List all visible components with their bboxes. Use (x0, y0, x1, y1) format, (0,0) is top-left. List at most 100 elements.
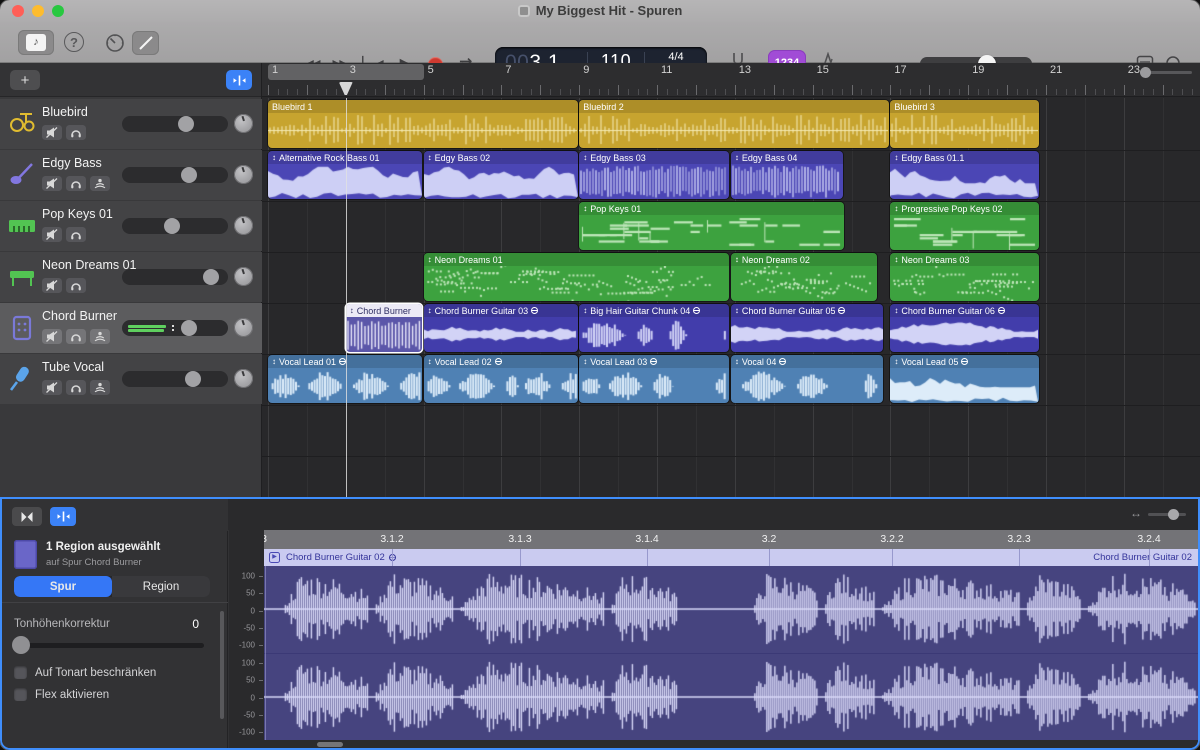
transpose-icon: ↕ (428, 153, 432, 162)
track-volume-slider[interactable] (122, 167, 228, 183)
track-volume-knob[interactable] (185, 371, 201, 387)
main-ruler[interactable]: 1357911131517192123 (262, 63, 1200, 97)
solo-button[interactable] (66, 278, 86, 293)
region-play-icon[interactable]: ▶ (269, 552, 280, 563)
track-volume-slider[interactable] (122, 269, 228, 285)
region-edgy-bass-04[interactable]: ↕Edgy Bass 04 (731, 151, 843, 199)
library-button[interactable]: ♪ (18, 30, 54, 55)
editor-ruler[interactable]: 33.1.23.1.33.1.43.23.2.23.2.33.2.4 (264, 530, 1198, 549)
input-button[interactable] (90, 329, 110, 344)
region-big-hair-guitar-chunk-04[interactable]: ↕Big Hair Guitar Chunk 04 (579, 304, 729, 352)
track-buttons (42, 380, 110, 395)
region-chord-burner-guitar-03[interactable]: ↕Chord Burner Guitar 03 (424, 304, 578, 352)
flex-button[interactable] (12, 507, 42, 526)
track-volume-slider[interactable] (122, 218, 228, 234)
tab-region[interactable]: Region (112, 576, 210, 597)
pan-knob[interactable] (234, 216, 253, 235)
catch-playhead-button[interactable] (226, 70, 252, 90)
region-edgy-bass-02[interactable]: ↕Edgy Bass 02 (424, 151, 578, 199)
timeline[interactable]: 1357911131517192123 Bluebird 1Bluebird 2… (262, 63, 1200, 497)
solo-button[interactable] (66, 227, 86, 242)
waveform-lane-right (264, 655, 1198, 739)
ruler-tick (307, 85, 308, 95)
region-progressive-pop-keys-02[interactable]: ↕Progressive Pop Keys 02 (890, 202, 1038, 250)
region-waveform (890, 164, 1038, 199)
region-edgy-bass-03[interactable]: ↕Edgy Bass 03 (579, 151, 729, 199)
track-volume-slider[interactable] (122, 116, 228, 132)
pan-knob[interactable] (234, 114, 253, 133)
input-monitoring-icon (94, 382, 106, 393)
zoom-slider-knob[interactable] (1140, 67, 1151, 78)
horizontal-zoom-slider[interactable] (1140, 71, 1192, 74)
track-volume-knob[interactable] (181, 320, 197, 336)
mute-button[interactable] (42, 125, 62, 140)
beat-tick (1149, 549, 1150, 566)
quick-help-button[interactable]: ? (64, 32, 84, 52)
region-bluebird-1[interactable]: Bluebird 1 (268, 100, 578, 148)
editor-region-header[interactable]: ▶ Chord Burner Guitar 02 Chord Burner Gu… (264, 549, 1198, 566)
editor-toggle-button[interactable] (132, 31, 159, 55)
region-name: Chord Burner Guitar 06 (901, 306, 995, 316)
solo-button[interactable] (66, 125, 86, 140)
region-neon-dreams-03[interactable]: ↕Neon Dreams 03 (890, 253, 1038, 301)
editor-zoom-slider[interactable] (1148, 513, 1186, 516)
track-header-edgy-bass[interactable]: Edgy Bass (0, 150, 262, 200)
track-volume-knob[interactable] (164, 218, 180, 234)
region-neon-dreams-01[interactable]: ↕Neon Dreams 01 (424, 253, 730, 301)
mute-button[interactable] (42, 176, 62, 191)
inspector-scrollbar[interactable] (220, 611, 224, 719)
mute-button[interactable] (42, 329, 62, 344)
solo-button[interactable] (66, 176, 86, 191)
region-vocal-lead-05[interactable]: ↕Vocal Lead 05 (890, 355, 1038, 403)
region-chord-burner[interactable]: ↕Chord Burner (346, 304, 422, 352)
playhead-marker[interactable] (339, 82, 353, 95)
track-header-chord-burner[interactable]: Chord Burner (0, 303, 262, 353)
pan-knob[interactable] (234, 369, 253, 388)
track-volume-knob[interactable] (181, 167, 197, 183)
editor-zoom-knob[interactable] (1168, 509, 1179, 520)
checkbox[interactable] (14, 666, 27, 679)
region-edgy-bass-01-1[interactable]: ↕Edgy Bass 01.1 (890, 151, 1038, 199)
track-header-pop-keys-01[interactable]: Pop Keys 01 (0, 201, 262, 251)
region-vocal-lead-03[interactable]: ↕Vocal Lead 03 (579, 355, 729, 403)
mute-button[interactable] (42, 380, 62, 395)
amplitude-scale-dash (259, 715, 263, 716)
mute-button[interactable] (42, 278, 62, 293)
track-header-neon-dreams-01[interactable]: Neon Dreams 01 (0, 252, 262, 302)
pan-knob[interactable] (234, 318, 253, 337)
smart-controls-button[interactable] (104, 32, 126, 54)
pitch-correction-knob[interactable] (12, 636, 30, 654)
region-bluebird-3[interactable]: Bluebird 3 (890, 100, 1038, 148)
track-lanes[interactable]: Bluebird 1Bluebird 2Bluebird 3↕Alternati… (262, 98, 1200, 497)
region-neon-dreams-02[interactable]: ↕Neon Dreams 02 (731, 253, 877, 301)
track-header-bluebird[interactable]: Bluebird (0, 99, 262, 149)
pan-knob[interactable] (234, 267, 253, 286)
ruler-tick (783, 89, 784, 95)
mute-button[interactable] (42, 227, 62, 242)
pitch-correction-slider[interactable] (14, 643, 204, 648)
editor-catch-playhead-button[interactable] (50, 507, 76, 526)
solo-button[interactable] (66, 380, 86, 395)
cycle-region[interactable] (268, 64, 424, 80)
region-vocal-04[interactable]: ↕Vocal 04 (731, 355, 883, 403)
region-pop-keys-01[interactable]: ↕Pop Keys 01 (579, 202, 844, 250)
editor-waveform-area[interactable] (264, 566, 1198, 740)
region-vocal-lead-02[interactable]: ↕Vocal Lead 02 (424, 355, 578, 403)
region-bluebird-2[interactable]: Bluebird 2 (579, 100, 889, 148)
solo-button[interactable] (66, 329, 86, 344)
track-header-tube-vocal[interactable]: Tube Vocal (0, 354, 262, 404)
region-chord-burner-guitar-05[interactable]: ↕Chord Burner Guitar 05 (731, 304, 883, 352)
pan-knob[interactable] (234, 165, 253, 184)
track-volume-slider[interactable] (122, 320, 228, 336)
region-chord-burner-guitar-06[interactable]: ↕Chord Burner Guitar 06 (890, 304, 1038, 352)
add-track-button[interactable]: + (10, 70, 40, 90)
editor-h-scrollbar[interactable] (317, 742, 343, 747)
track-volume-knob[interactable] (178, 116, 194, 132)
track-volume-slider[interactable] (122, 371, 228, 387)
track-volume-knob[interactable] (203, 269, 219, 285)
input-button[interactable] (90, 176, 110, 191)
tab-spur[interactable]: Spur (14, 576, 112, 597)
input-button[interactable] (90, 380, 110, 395)
ruler-bar-number: 3 (350, 64, 356, 76)
checkbox[interactable] (14, 688, 27, 701)
